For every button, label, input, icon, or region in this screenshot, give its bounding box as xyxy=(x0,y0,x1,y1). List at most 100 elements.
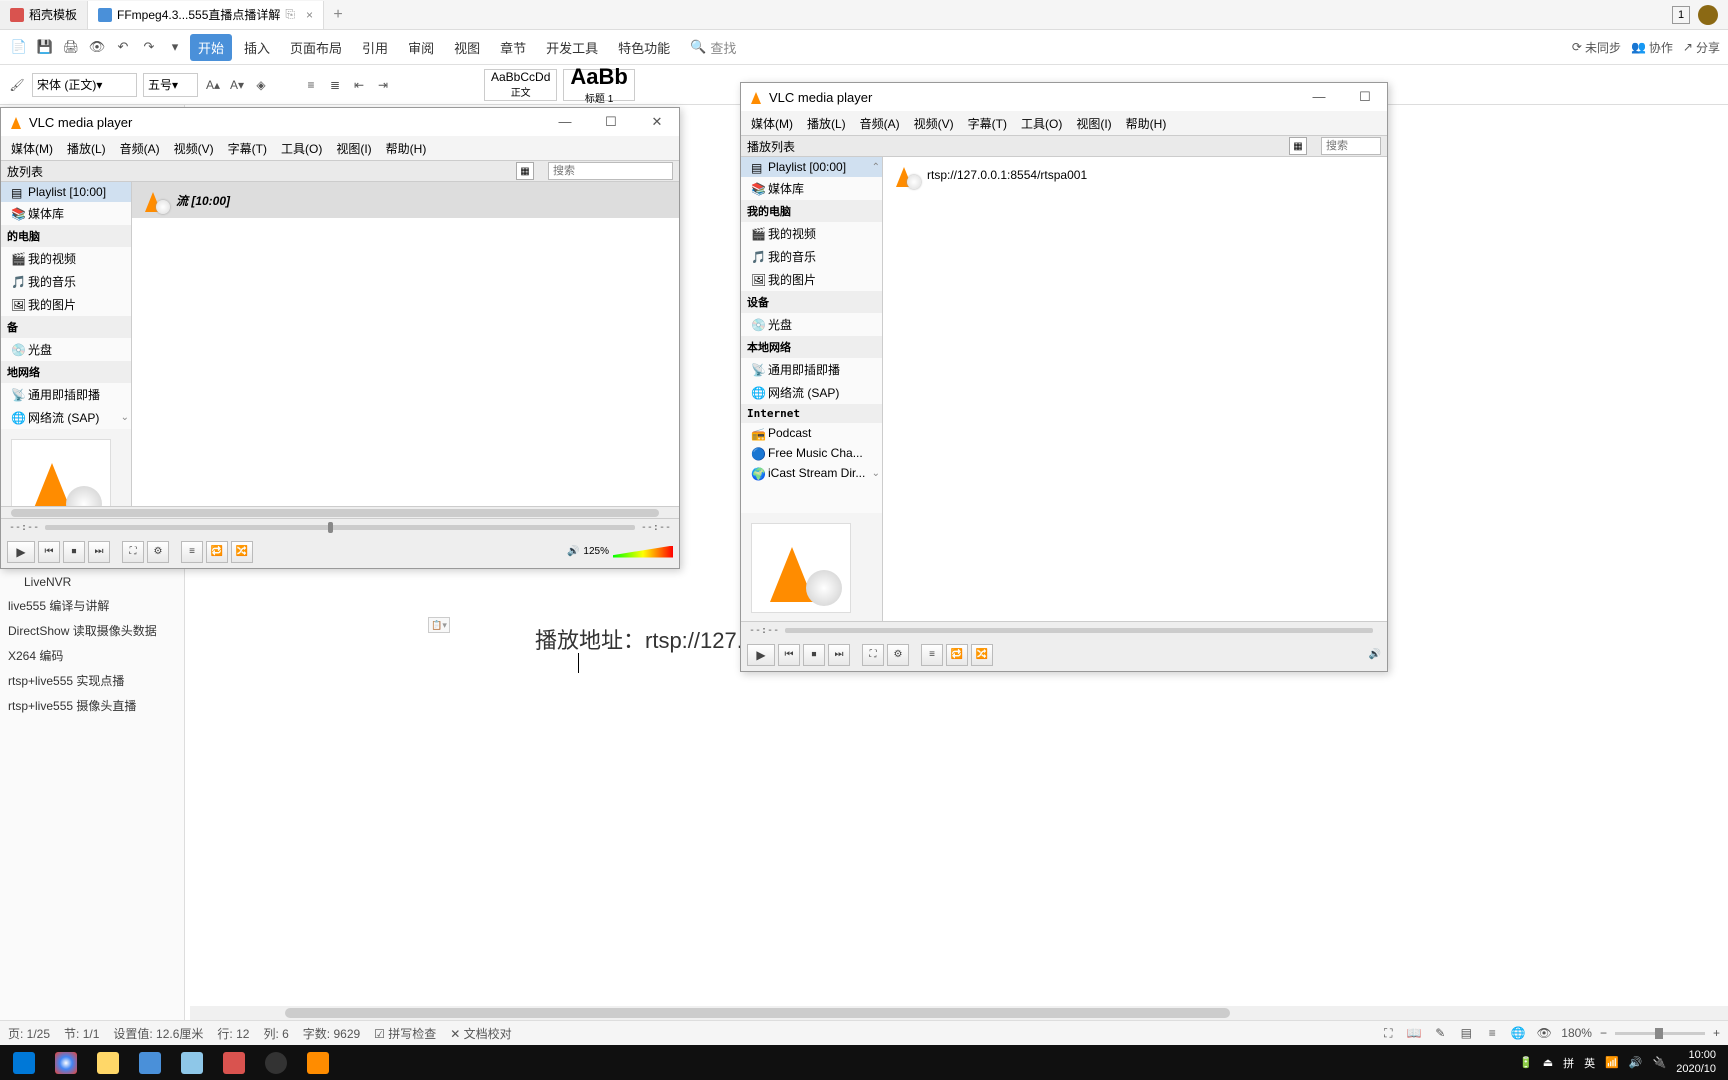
list-number-icon[interactable]: ≣ xyxy=(326,76,344,94)
menu-tools[interactable]: 工具(O) xyxy=(1015,113,1068,134)
style-heading1[interactable]: AaBb标题 1 xyxy=(563,69,634,101)
vlc1-hscroll[interactable] xyxy=(1,506,679,518)
next-button[interactable]: ⏭ xyxy=(88,541,110,563)
taskbar-app[interactable] xyxy=(214,1047,254,1079)
sidebar-upnp[interactable]: 📡通用即插即播 xyxy=(1,383,131,406)
indent-left-icon[interactable]: ⇤ xyxy=(350,76,368,94)
shuffle-button[interactable]: 🔀 xyxy=(971,644,993,666)
stop-button[interactable]: ⏹ xyxy=(63,541,85,563)
nav-item[interactable]: rtsp+live555 实现点播 xyxy=(6,668,178,693)
menu-features[interactable]: 特色功能 xyxy=(610,34,678,61)
font-size-select[interactable]: 五号 ▾ xyxy=(143,73,198,97)
sync-button[interactable]: ⟳未同步 xyxy=(1572,39,1621,56)
nav-item[interactable]: live555 编译与讲解 xyxy=(6,593,178,618)
print-icon[interactable]: 🖨 xyxy=(60,36,82,58)
zoom-slider[interactable] xyxy=(1615,1032,1705,1035)
loop-button[interactable]: 🔁 xyxy=(946,644,968,666)
menu-review[interactable]: 审阅 xyxy=(400,34,442,61)
doc-horizontal-scrollbar[interactable] xyxy=(190,1006,1728,1020)
style-normal[interactable]: AaBbCcDd正文 xyxy=(484,69,557,101)
tray-volume-icon[interactable]: 🔊 xyxy=(1629,1056,1643,1069)
taskbar-wps[interactable] xyxy=(130,1047,170,1079)
menu-start[interactable]: 开始 xyxy=(190,34,232,61)
tray-up-icon[interactable]: ⏏ xyxy=(1543,1056,1553,1069)
nav-item[interactable]: rtsp+live555 摄像头直播 xyxy=(6,693,178,718)
status-words[interactable]: 字数: 9629 xyxy=(303,1025,360,1042)
menu-layout[interactable]: 页面布局 xyxy=(282,34,350,61)
fullscreen-button[interactable]: ⛶ xyxy=(122,541,144,563)
collab-button[interactable]: 👥协作 xyxy=(1631,39,1673,56)
search-box[interactable]: 🔍查找 xyxy=(690,38,736,57)
taskbar-notepad[interactable] xyxy=(172,1047,212,1079)
preview-icon[interactable]: 👁 xyxy=(86,36,108,58)
web-view-icon[interactable]: 🌐 xyxy=(1509,1024,1527,1042)
playlist-search-input[interactable] xyxy=(1321,137,1381,155)
sidebar-sap[interactable]: 🌐网络流 (SAP) xyxy=(741,381,882,404)
taskbar-chrome[interactable] xyxy=(46,1047,86,1079)
sidebar-mymusic[interactable]: 🎵我的音乐 xyxy=(1,270,131,293)
sidebar-medialib[interactable]: 📚媒体库 xyxy=(1,202,131,225)
vlc2-playlist-area[interactable]: rtsp://127.0.0.1:8554/rtspa001 xyxy=(883,157,1387,621)
zoom-in-button[interactable]: + xyxy=(1713,1026,1720,1040)
outline-view-icon[interactable]: ≡ xyxy=(1483,1024,1501,1042)
page-view-icon[interactable]: ▤ xyxy=(1457,1024,1475,1042)
window-count[interactable]: 1 xyxy=(1672,6,1690,24)
avatar[interactable] xyxy=(1698,5,1718,25)
menu-media[interactable]: 媒体(M) xyxy=(745,113,799,134)
new-file-icon[interactable]: 📄 xyxy=(8,36,30,58)
new-tab-button[interactable]: + xyxy=(324,6,352,24)
font-shrink-icon[interactable]: A▾ xyxy=(228,76,246,94)
view-mode-button[interactable]: ▦ xyxy=(516,162,534,180)
fullscreen-icon[interactable]: ⛶ xyxy=(1379,1024,1397,1042)
settings-button[interactable]: ⚙ xyxy=(887,644,909,666)
speaker-icon[interactable]: 🔊 xyxy=(1369,649,1381,660)
maximize-button[interactable]: ☐ xyxy=(1351,89,1379,105)
status-page[interactable]: 页: 1/25 xyxy=(8,1025,50,1042)
menu-view[interactable]: 视图(I) xyxy=(330,138,377,159)
settings-button[interactable]: ⚙ xyxy=(147,541,169,563)
fullscreen-button[interactable]: ⛶ xyxy=(862,644,884,666)
sidebar-medialib[interactable]: 📚媒体库 xyxy=(741,177,882,200)
stop-button[interactable]: ⏹ xyxy=(803,644,825,666)
zoom-level[interactable]: 180% xyxy=(1561,1026,1592,1040)
tray-battery-icon[interactable]: 🔋 xyxy=(1519,1056,1533,1069)
read-mode-icon[interactable]: 📖 xyxy=(1405,1024,1423,1042)
undo-icon[interactable]: ↶ xyxy=(112,36,134,58)
close-icon[interactable]: × xyxy=(306,8,313,22)
maximize-button[interactable]: ☐ xyxy=(597,114,625,130)
menu-insert[interactable]: 插入 xyxy=(236,34,278,61)
eye-icon[interactable]: 👁 xyxy=(1535,1024,1553,1042)
play-button[interactable]: ▶ xyxy=(7,541,35,563)
status-proof[interactable]: ✕ 文档校对 xyxy=(450,1025,511,1042)
seek-slider[interactable] xyxy=(45,525,635,530)
font-grow-icon[interactable]: A▴ xyxy=(204,76,222,94)
seek-slider[interactable] xyxy=(785,628,1373,633)
indent-right-icon[interactable]: ⇥ xyxy=(374,76,392,94)
sidebar-mypics[interactable]: 🖼我的图片 xyxy=(741,268,882,291)
menu-audio[interactable]: 音频(A) xyxy=(114,138,166,159)
speaker-icon[interactable]: 🔊 xyxy=(567,546,579,557)
playlist-button[interactable]: ≡ xyxy=(921,644,943,666)
chevron-down-icon[interactable]: ⌄ xyxy=(872,468,880,479)
menu-help[interactable]: 帮助(H) xyxy=(380,138,433,159)
minimize-button[interactable]: — xyxy=(1305,89,1333,105)
sidebar-disc[interactable]: 💿光盘 xyxy=(1,338,131,361)
edit-mode-icon[interactable]: ✎ xyxy=(1431,1024,1449,1042)
taskbar-clock[interactable]: 10:002020/10 xyxy=(1676,1049,1716,1075)
font-family-select[interactable]: 宋体 (正文) ▾ xyxy=(32,73,137,97)
sidebar-icast[interactable]: 🌍iCast Stream Dir...⌄ xyxy=(741,463,882,483)
sidebar-mypics[interactable]: 🖼我的图片 xyxy=(1,293,131,316)
menu-subtitle[interactable]: 字幕(T) xyxy=(962,113,1013,134)
sidebar-freemusic[interactable]: 🔵Free Music Cha... xyxy=(741,443,882,463)
menu-video[interactable]: 视频(V) xyxy=(168,138,220,159)
chevron-down-icon[interactable]: ⌄ xyxy=(121,412,129,423)
playlist-item[interactable]: 流 [10:00] xyxy=(132,182,679,218)
sidebar-upnp[interactable]: 📡通用即插即播 xyxy=(741,358,882,381)
menu-view[interactable]: 视图 xyxy=(446,34,488,61)
shuffle-button[interactable]: 🔀 xyxy=(231,541,253,563)
share-button[interactable]: ↗分享 xyxy=(1683,39,1720,56)
sidebar-playlist[interactable]: ▤Playlist [10:00] xyxy=(1,182,131,202)
play-button[interactable]: ▶ xyxy=(747,644,775,666)
save-icon[interactable]: 💾 xyxy=(34,36,56,58)
redo-icon[interactable]: ↷ xyxy=(138,36,160,58)
